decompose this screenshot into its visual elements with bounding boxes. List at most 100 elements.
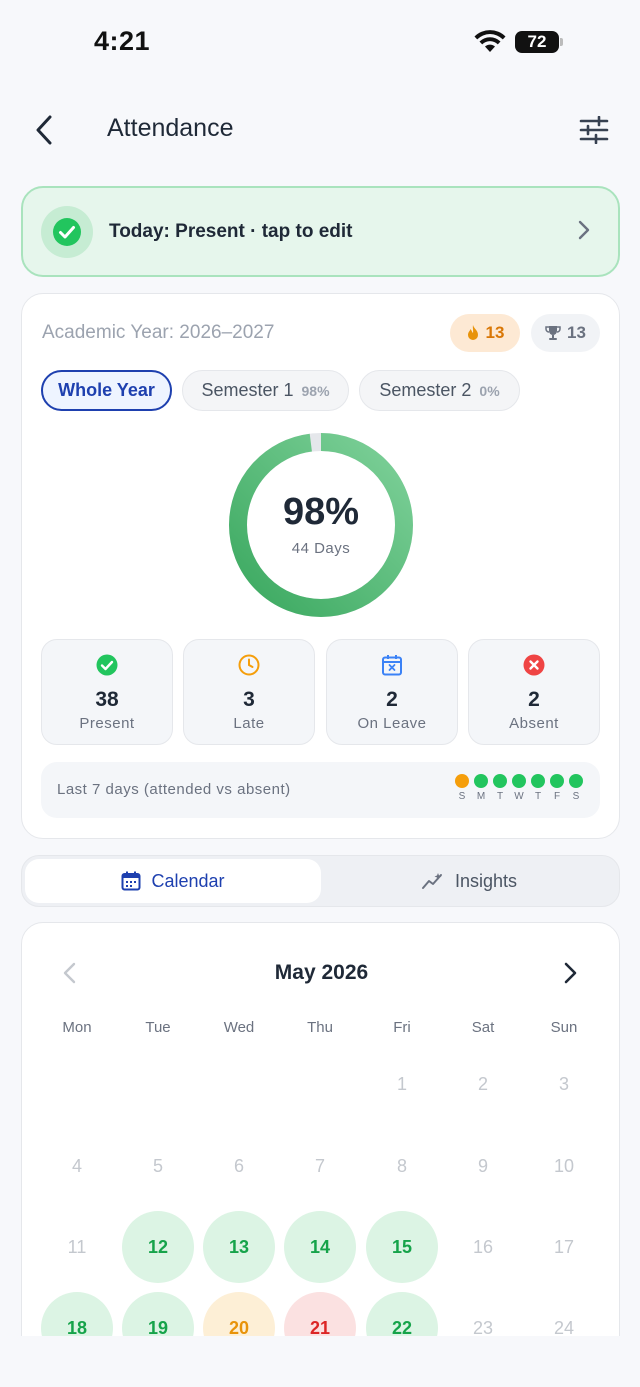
segment-label: Semester 2 [379,380,472,400]
day-initial: W [514,791,524,802]
stat-label: Absent [509,715,559,732]
stat-late[interactable]: 3 Late [183,639,315,745]
day-initial: M [476,791,486,802]
x-circle-icon [523,654,545,676]
tab-insights[interactable]: Insights [321,859,617,903]
day-status-dot [550,774,564,788]
flame-icon [467,325,478,340]
day-initial: T [496,791,504,802]
calendar-day[interactable]: 6 [203,1130,275,1202]
back-button[interactable] [26,110,62,150]
battery-tip [560,38,563,46]
segment-semester-2[interactable]: Semester 2 0% [359,370,520,411]
day-status-dot [569,774,583,788]
calendar-x-icon [382,655,402,676]
calendar-day[interactable]: 1 [366,1048,438,1120]
day-initial: S [458,791,466,802]
stat-label: Present [79,715,135,732]
attendance-summary-card: Academic Year: 2026–2027 13 13 Whole Yea… [21,293,620,839]
calendar-day[interactable]: 7 [284,1130,356,1202]
check-circle-icon [96,654,118,676]
last-7-days-dots: SMTWTFS [455,774,585,802]
day-initial: T [534,791,542,802]
stat-on-leave[interactable]: 2 On Leave [326,639,458,745]
page-title: Attendance [107,114,234,142]
check-circle-icon [53,217,81,246]
stat-label: Late [233,715,265,732]
calendar-day[interactable]: 9 [447,1130,519,1202]
trend-icon [421,873,442,889]
segment-percent: 98% [301,382,330,399]
day-status-dot [455,774,469,788]
segment-label: Semester 1 [201,380,294,400]
calendar-day[interactable]: 16 [447,1211,519,1283]
weekday-header: Mon [62,1019,92,1036]
last-7-days-label: Last 7 days (attended vs absent) [57,781,291,798]
last-7-days-strip: Last 7 days (attended vs absent) SMTWTFS [41,762,600,818]
calendar-day[interactable]: 13 [203,1211,275,1283]
segment-whole-year[interactable]: Whole Year [41,370,172,411]
stat-value: 3 [243,688,255,711]
streak-badge: 13 [450,314,520,352]
day-initial: F [553,791,561,802]
academic-year-label: Academic Year: 2026–2027 [42,322,275,343]
weekday-header: Thu [307,1019,333,1036]
weekday-header: Wed [223,1019,255,1036]
trophy-badge: 13 [531,314,600,352]
today-check-badge [41,205,93,258]
trophy-icon [545,326,561,340]
view-tabs: Calendar Insights [21,855,620,907]
bottom-safe-area [0,1336,640,1387]
nav-bar: Attendance [0,100,640,160]
calendar-day[interactable]: 2 [447,1048,519,1120]
today-status-banner[interactable]: Today: Present · tap to edit [21,186,620,277]
calendar-day[interactable]: 17 [528,1211,600,1283]
weekday-header: Tue [145,1019,171,1036]
calendar-day[interactable]: 8 [366,1130,438,1202]
weekday-header: Sat [471,1019,495,1036]
segment-semester-1[interactable]: Semester 1 98% [182,370,349,411]
clock-icon [238,654,260,676]
stat-value: 38 [95,688,119,711]
stat-absent[interactable]: 2 Absent [468,639,600,745]
calendar-day[interactable]: 15 [366,1211,438,1283]
calendar-day[interactable]: 4 [41,1130,113,1202]
chevron-left-icon [36,115,52,145]
calendar-day[interactable]: 12 [122,1211,194,1283]
segment-percent: 0% [479,382,500,399]
day-status-dot [531,774,545,788]
trophy-count: 13 [567,323,586,342]
sliders-icon [579,116,609,144]
donut-percent: 98% [282,491,360,533]
calendar-day[interactable]: 14 [284,1211,356,1283]
tab-label: Insights [454,870,518,891]
calendar-day[interactable]: 5 [122,1130,194,1202]
donut-days: 44 Days [291,540,351,557]
day-initial: S [572,791,580,802]
calendar-card: May 2026 Mon Tue Wed Thu Fri Sat Sun 1 2 3 4 5 6 7 8 9 1… [21,922,620,1387]
segment-label: Whole Year [58,380,155,400]
status-time: 4:21 [94,26,151,56]
tab-calendar[interactable]: Calendar [25,859,321,903]
day-status-dot [493,774,507,788]
next-month-button[interactable] [560,961,580,985]
chevron-right-icon [578,220,590,240]
tab-label: Calendar [151,870,225,891]
battery-icon: 72 [515,31,559,53]
calendar-month-title: May 2026 [274,961,369,984]
weekday-header: Fri [393,1019,411,1036]
day-status-dot [474,774,488,788]
day-status-dot [512,774,526,788]
stat-label: On Leave [357,715,427,732]
calendar-icon [121,871,141,891]
stat-value: 2 [386,688,398,711]
calendar-day[interactable]: 11 [41,1211,113,1283]
calendar-day[interactable]: 10 [528,1130,600,1202]
calendar-day[interactable]: 3 [528,1048,600,1120]
stat-present[interactable]: 38 Present [41,639,173,745]
streak-count: 13 [485,323,505,342]
status-bar: 4:21 72 [0,0,640,88]
wifi-icon [474,30,506,59]
stat-value: 2 [528,688,540,711]
filter-button[interactable] [576,110,612,150]
